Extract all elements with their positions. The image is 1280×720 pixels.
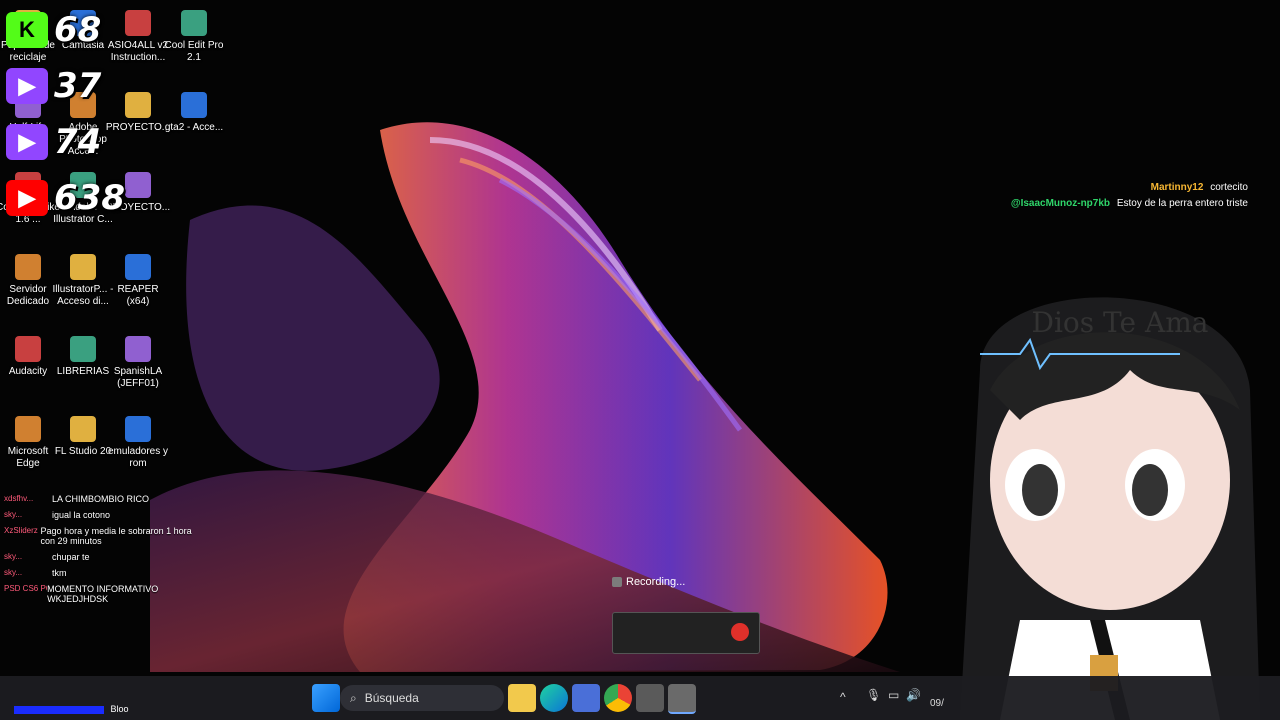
chat-message: @IsaacMunoz-np7kb Estoy de la perra ente… — [948, 198, 1248, 209]
recorder-app-icon[interactable] — [668, 684, 696, 714]
chat-text: tkm — [52, 568, 67, 578]
desktop-app-icon — [125, 336, 151, 362]
search-placeholder: Búsqueda — [364, 691, 419, 705]
desktop-icon[interactable]: Cool Edit Pro 2.1 — [161, 10, 227, 64]
chat-text: MOMENTO INFORMATIVO WKJEDJHDSK — [47, 584, 159, 604]
desktop-app-icon — [70, 416, 96, 442]
desktop-icon-label: gta2 - Acce... — [164, 122, 224, 133]
desktop-icon[interactable]: SpanishLA (JEFF01) — [105, 336, 171, 390]
app-icon[interactable] — [636, 684, 664, 712]
chat-username: xdsfhv... — [4, 494, 34, 503]
taskbar: ^ 🎙 ▭ 🔊 09/ — [0, 676, 1280, 720]
desktop-app-icon — [70, 336, 96, 362]
desktop-icon[interactable]: emuladores y rom — [105, 416, 171, 470]
chat-message: Martinny12 cortecito — [948, 182, 1248, 193]
chat-username: sky... — [4, 552, 23, 561]
desktop-icon[interactable]: REAPER (x64) — [105, 254, 171, 308]
desktop-icon-label: REAPER (x64) — [117, 284, 159, 307]
start-button-windows-icon[interactable] — [312, 684, 340, 712]
chat-username: Martinny12 — [1150, 182, 1204, 193]
taskbar-search-box[interactable]: ⌕ Búsqueda — [340, 685, 504, 711]
chat-message: sky... chupar te — [4, 552, 204, 562]
twitch-logo-icon: ▶ — [6, 124, 48, 160]
desktop-app-icon — [181, 92, 207, 118]
youtube-stat: ▶ 638 — [6, 174, 166, 222]
clock[interactable]: 09/ — [930, 698, 944, 709]
recording-status: Recording... — [612, 576, 760, 588]
record-stop-button-icon[interactable] — [731, 623, 749, 641]
chat-text: Pago hora y media le sobraron 1 hora con… — [40, 526, 192, 546]
kick-stat: K 68 — [6, 6, 166, 54]
twitch-viewer-count: 37 — [54, 66, 102, 106]
twitch-logo-icon: ▶ — [6, 68, 48, 104]
youtube-viewer-count: 638 — [54, 178, 125, 218]
kick-viewer-count: 68 — [54, 10, 102, 50]
microphone-icon[interactable]: 🎙 — [866, 688, 881, 702]
vtuber-avatar: Dios Te Ama — [960, 297, 1260, 720]
chat-overlay-right: Martinny12 cortecito @IsaacMunoz-np7kb E… — [948, 182, 1248, 214]
chat-message: sky... tkm — [4, 568, 204, 578]
desktop-app-icon — [181, 10, 207, 36]
chat-username: PSD CS6 PORTABLE — [4, 584, 47, 593]
kick-logo-icon: K — [6, 12, 48, 48]
twitch-stat: ▶ 37 — [6, 62, 166, 110]
chat-username: sky... — [4, 568, 23, 577]
desktop-app-icon — [125, 416, 151, 442]
desktop-icon-label: emuladores y rom — [107, 446, 169, 469]
desktop-app-icon — [15, 254, 41, 280]
chat-username: @IsaacMunoz-np7kb — [1010, 198, 1111, 209]
twitch-stat-2: ▶ 74 — [6, 118, 166, 166]
stream-stats-overlay: K 68 ▶ 37 ▶ 74 ▶ 638 — [6, 6, 166, 230]
recorder-icon — [612, 577, 622, 587]
twitch-follower-count: 74 — [54, 122, 102, 162]
chat-overlay-left: xdsfhv... LA CHIMBOMBIO RICO sky... igua… — [4, 494, 204, 610]
chat-username: XzSliderz — [4, 526, 38, 535]
screen-recorder-widget[interactable]: Recording... — [612, 576, 760, 658]
chat-message: sky... igual la cotono — [4, 510, 204, 520]
desktop-icon[interactable]: gta2 - Acce... — [161, 92, 227, 134]
chat-text: LA CHIMBOMBIO RICO — [52, 494, 150, 504]
chat-text: Estoy de la perra entero triste — [1116, 198, 1248, 209]
chat-user-badge-icon — [14, 705, 104, 714]
chat-message: xdsfhv... LA CHIMBOMBIO RICO — [4, 494, 204, 504]
chat-text: cortecito — [1210, 182, 1248, 193]
volume-icon[interactable]: 🔊 — [906, 688, 921, 702]
desktop-app-icon — [125, 254, 151, 280]
desktop-app-icon — [70, 254, 96, 280]
desktop-app-icon — [15, 336, 41, 362]
chat-message: PSD CS6 PORTABLE MOMENTO INFORMATIVO WKJ… — [4, 584, 204, 604]
avatar-headband-text: Dios Te Ama — [1032, 306, 1209, 339]
chat-text: chupar te — [52, 552, 90, 562]
desktop-app-icon — [15, 416, 41, 442]
chat-message: XzSliderz Pago hora y media le sobraron … — [4, 526, 204, 546]
youtube-logo-icon: ▶ — [6, 180, 48, 216]
chat-text: igual la cotono — [52, 510, 111, 520]
bottom-chat-line: Bloo — [14, 704, 129, 714]
store-icon[interactable] — [572, 684, 600, 712]
chat-text: Bloo — [110, 704, 129, 714]
desktop-icon-label: SpanishLA (JEFF01) — [113, 366, 163, 389]
recording-label: Recording... — [626, 576, 686, 588]
edge-browser-icon[interactable] — [540, 684, 568, 712]
desktop-icon-label: Cool Edit Pro 2.1 — [164, 40, 224, 63]
recorder-toolbar[interactable] — [612, 612, 760, 654]
chevron-up-icon[interactable]: ^ — [840, 690, 846, 704]
file-explorer-icon[interactable] — [508, 684, 536, 712]
chat-username: sky... — [4, 510, 23, 519]
chrome-browser-icon[interactable] — [604, 684, 632, 712]
network-icon[interactable]: ▭ — [888, 688, 899, 702]
search-icon: ⌕ — [350, 690, 357, 705]
